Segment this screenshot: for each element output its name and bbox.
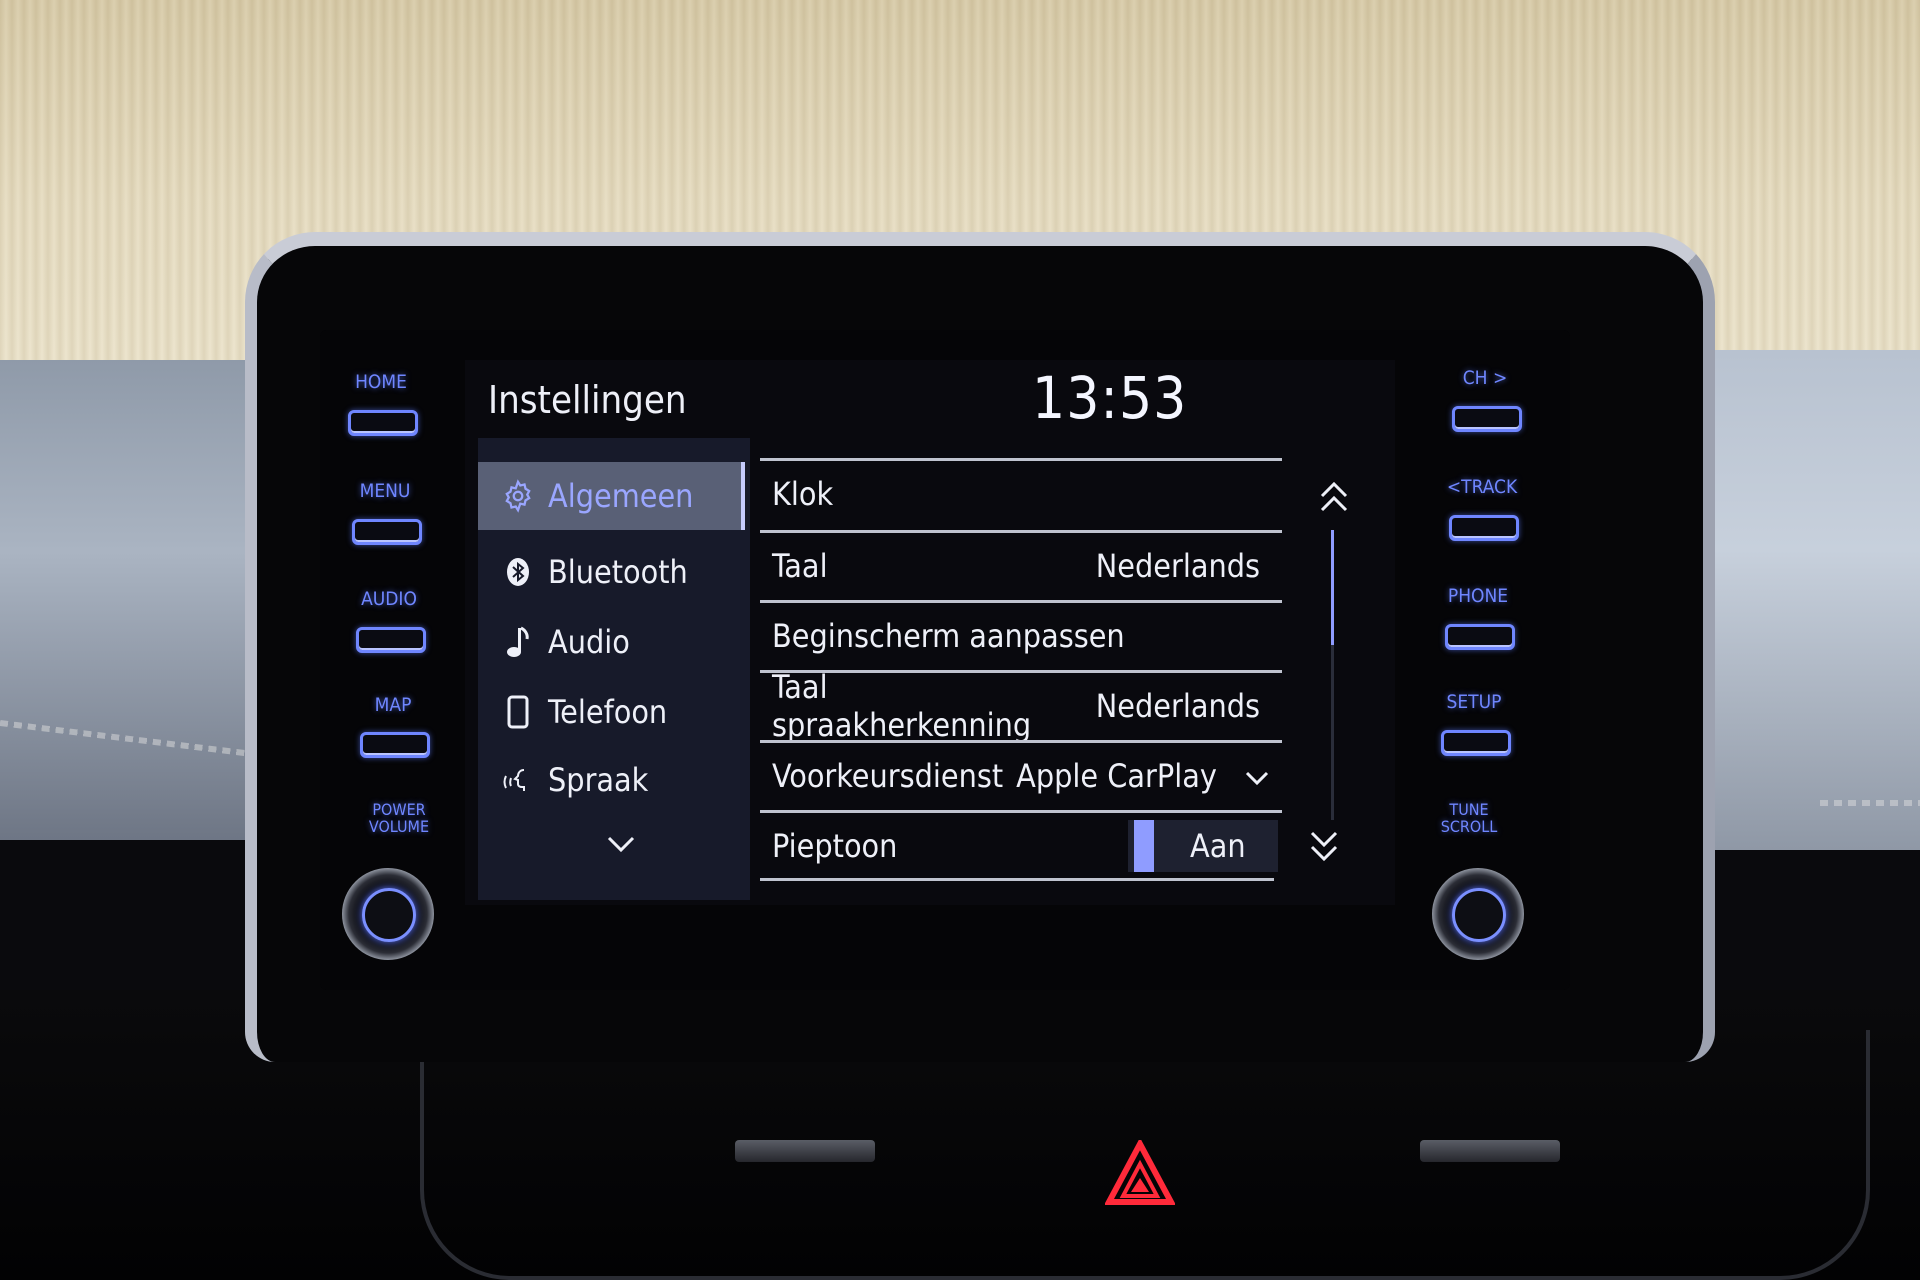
setting-label: Pieptoon <box>772 826 898 865</box>
ch-label: CH > <box>1462 367 1508 389</box>
setting-row-taal[interactable]: Taal Nederlands <box>760 530 1282 598</box>
chevron-down-icon <box>1245 771 1269 785</box>
setting-value: Nederlands <box>1095 686 1260 725</box>
vent-tab-right[interactable] <box>1420 1140 1560 1162</box>
scroll-text: SCROLL <box>1440 817 1498 836</box>
ch-next-button[interactable] <box>1452 406 1522 432</box>
setting-label: Voorkeursdienst <box>772 756 1004 795</box>
double-chevron-down-icon[interactable] <box>1305 825 1343 865</box>
sidebar-item-label: Spraak <box>548 761 649 799</box>
setting-row-pieptoon[interactable]: Pieptoon Aan <box>760 810 1282 878</box>
sidebar-item-bluetooth[interactable]: Bluetooth <box>478 538 745 606</box>
sidebar-item-label: Bluetooth <box>548 553 688 591</box>
dashboard-stitching <box>1820 800 1920 806</box>
hazard-icon <box>1105 1140 1175 1205</box>
track-prev-button[interactable] <box>1449 515 1519 541</box>
double-chevron-up-icon[interactable] <box>1315 478 1353 518</box>
tune-scroll-label: TUNE SCROLL <box>1414 801 1524 835</box>
volume-text: VOLUME <box>368 817 430 836</box>
setting-label: Taal <box>772 546 828 585</box>
phone-icon <box>498 695 538 729</box>
toggle-label: Aan <box>1190 826 1246 865</box>
sidebar-item-algemeen[interactable]: Algemeen <box>478 462 745 530</box>
home-button[interactable] <box>348 410 418 436</box>
setting-value: Nederlands <box>1095 546 1260 585</box>
dropdown-value: Apple CarPlay <box>1016 756 1217 795</box>
voice-icon <box>498 764 538 796</box>
music-note-icon <box>498 625 538 659</box>
menu-label: MENU <box>359 480 411 502</box>
audio-button[interactable] <box>356 627 426 653</box>
sidebar-item-spraak[interactable]: Spraak <box>478 746 745 814</box>
gear-icon <box>498 479 538 513</box>
power-volume-label: POWER VOLUME <box>344 801 454 835</box>
sidebar-item-audio[interactable]: Audio <box>478 608 745 676</box>
setting-row-taal-spraakherkenning[interactable]: Taal spraakherkenning Nederlands <box>760 668 1282 744</box>
setting-row-klok[interactable]: Klok <box>760 458 1282 526</box>
chevron-down-icon[interactable] <box>596 830 646 860</box>
tune-scroll-knob[interactable] <box>1432 868 1524 960</box>
vent-tab-left[interactable] <box>735 1140 875 1162</box>
setting-label: Beginscherm aanpassen <box>772 616 1125 655</box>
setting-row-beginscherm[interactable]: Beginscherm aanpassen <box>760 600 1282 668</box>
beep-toggle[interactable]: Aan <box>1128 819 1278 872</box>
map-label: MAP <box>374 694 412 716</box>
power-volume-knob[interactable] <box>342 868 434 960</box>
audio-label: AUDIO <box>361 588 417 610</box>
page-title: Instellingen <box>488 378 687 422</box>
menu-button[interactable] <box>352 519 422 545</box>
setting-row-voorkeursdienst[interactable]: Voorkeursdienst Apple CarPlay <box>760 740 1282 808</box>
toggle-indicator <box>1134 819 1154 872</box>
sidebar-item-label: Algemeen <box>548 477 694 515</box>
phone-label: PHONE <box>1447 585 1509 607</box>
sidebar-item-label: Telefoon <box>548 693 668 731</box>
setup-button[interactable] <box>1441 730 1511 756</box>
track-label: <TRACK <box>1446 476 1518 498</box>
sidebar-item-telefoon[interactable]: Telefoon <box>478 678 745 746</box>
scrollbar-thumb[interactable] <box>1331 530 1334 645</box>
list-divider <box>760 878 1274 881</box>
bluetooth-icon <box>498 557 538 587</box>
sidebar-item-label: Audio <box>548 623 630 661</box>
home-label: HOME <box>355 371 407 393</box>
phone-button[interactable] <box>1445 624 1515 650</box>
setting-label: Taal spraakherkenning <box>772 667 1032 744</box>
setting-label: Klok <box>772 474 834 513</box>
setup-label: SETUP <box>1446 691 1502 713</box>
map-button[interactable] <box>360 732 430 758</box>
preferred-service-dropdown[interactable]: Apple CarPlay <box>1016 757 1270 795</box>
clock: 13:53 <box>1032 364 1188 432</box>
hazard-button[interactable] <box>1105 1140 1175 1206</box>
